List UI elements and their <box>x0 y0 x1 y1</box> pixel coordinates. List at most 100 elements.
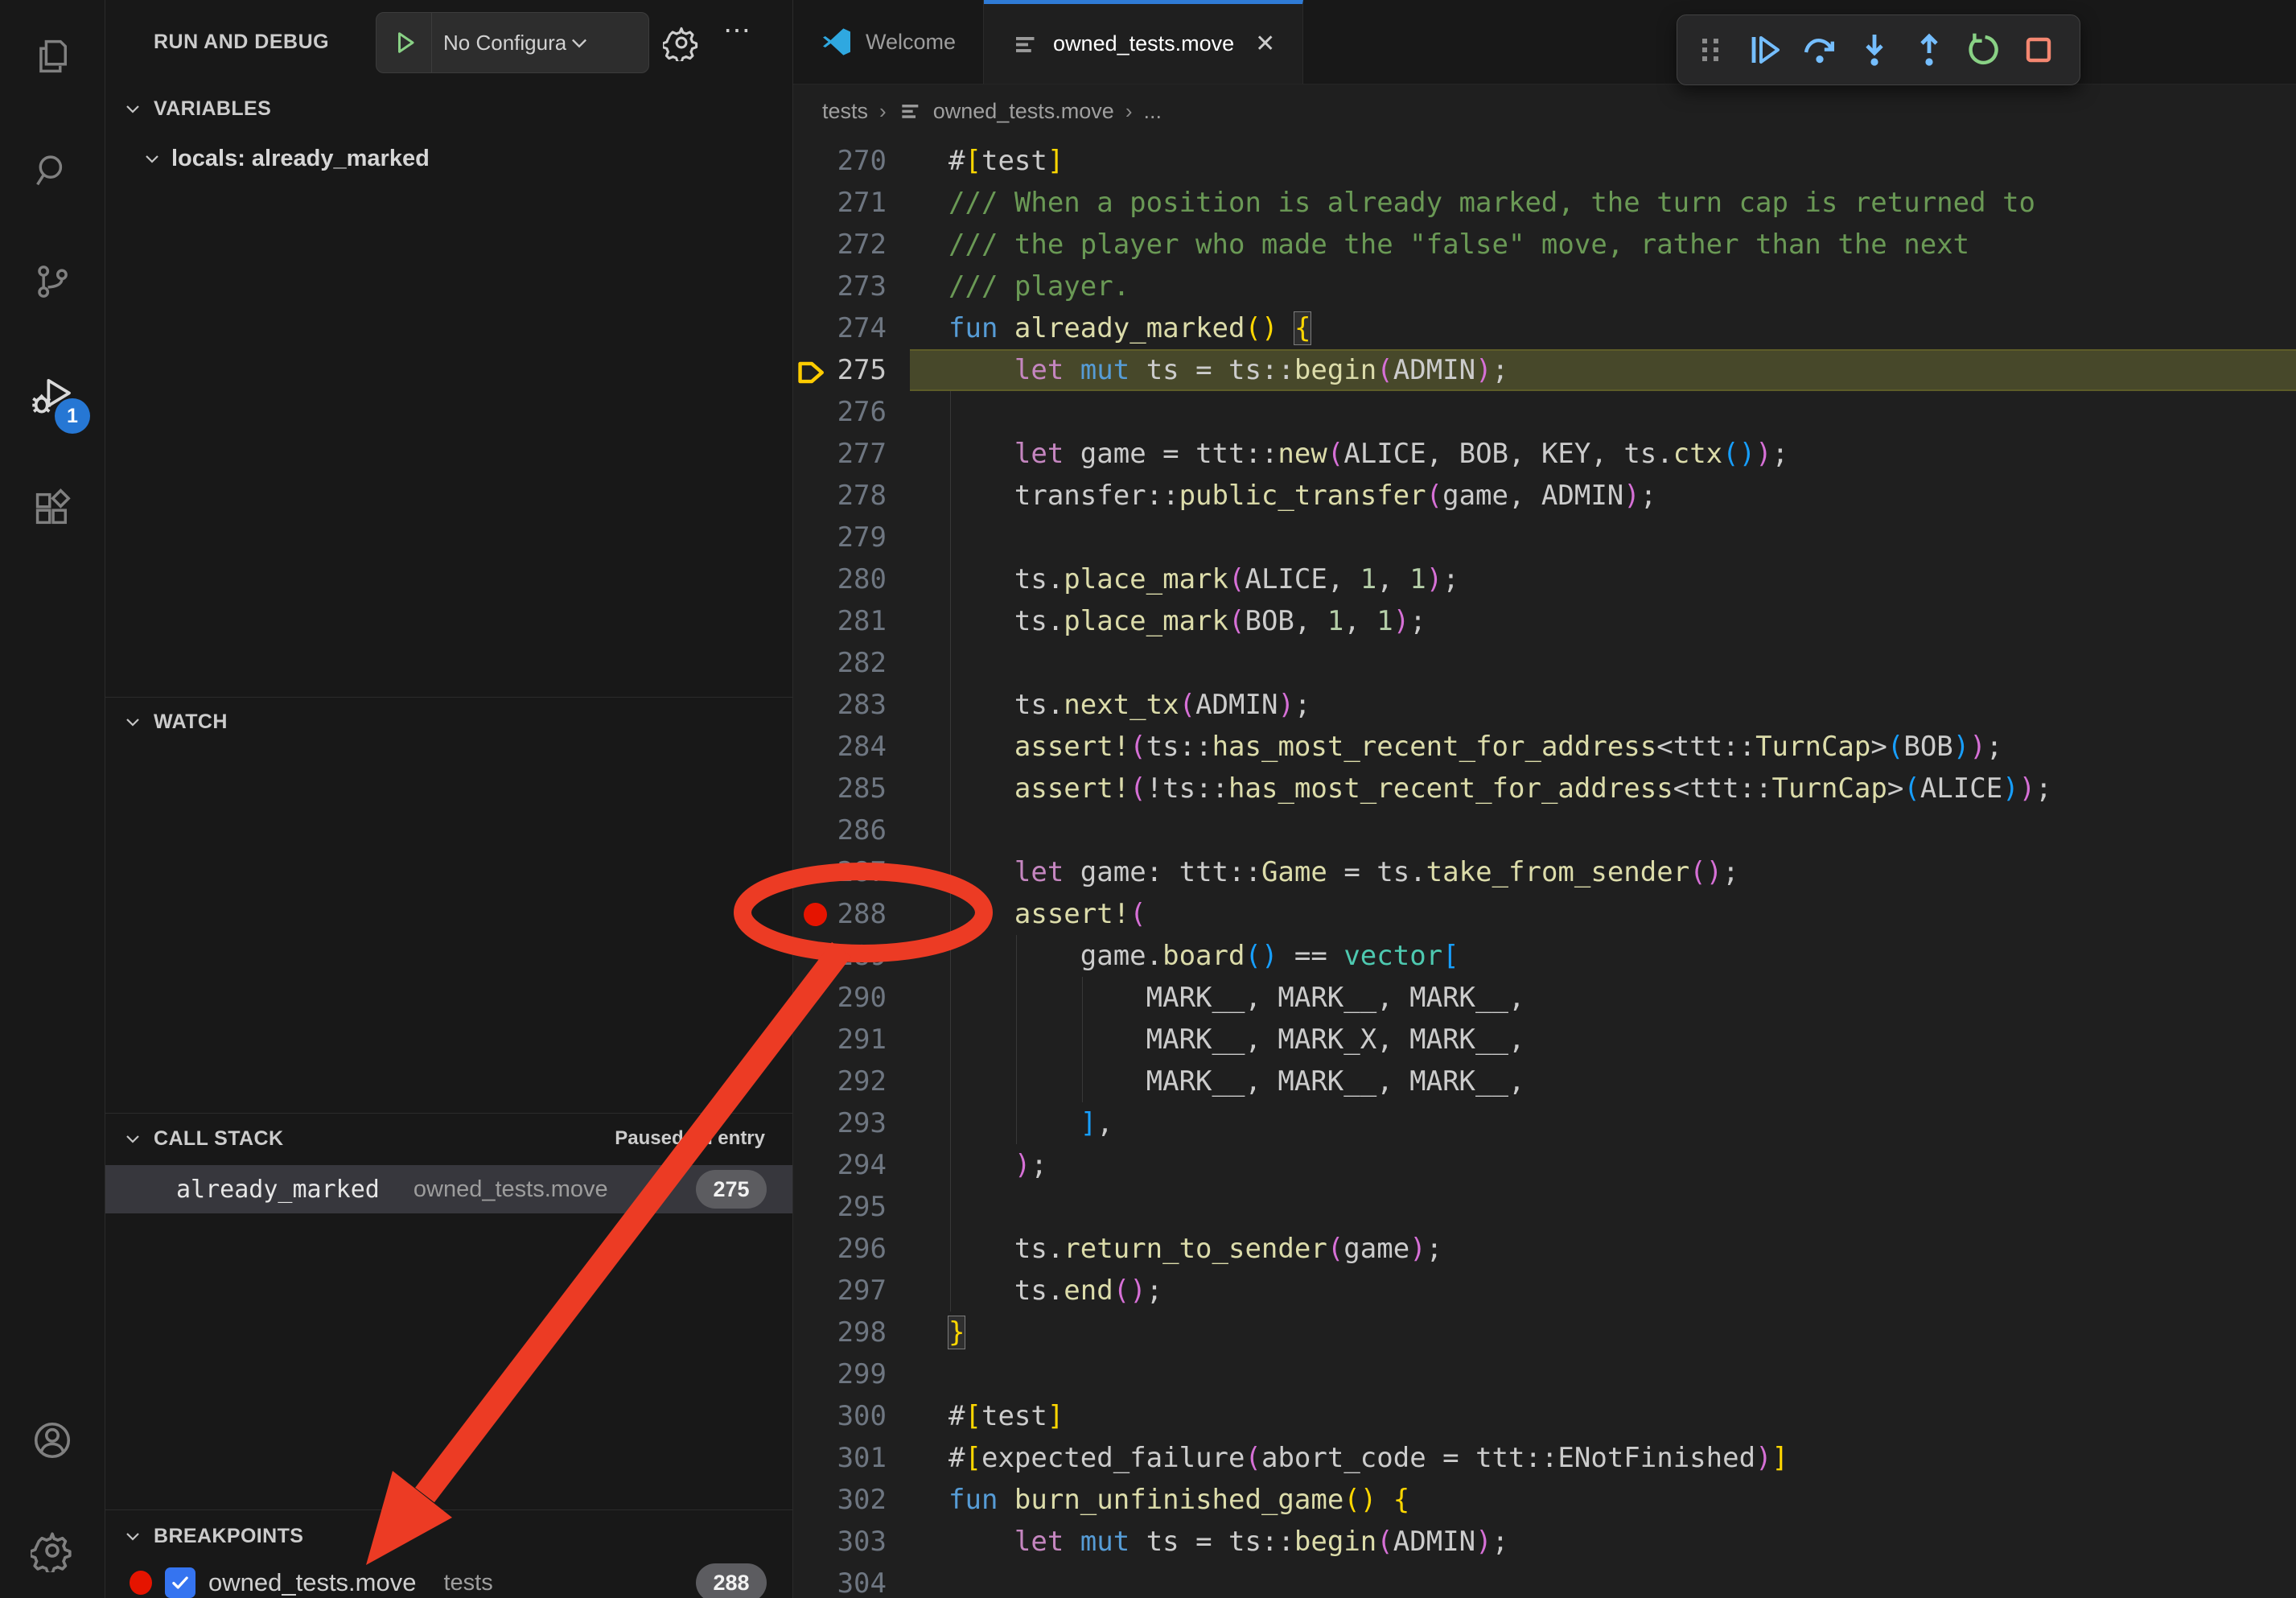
call-stack-frame-row[interactable]: already_marked owned_tests.move 275 <box>105 1165 792 1213</box>
variables-section-header[interactable]: VARIABLES <box>105 85 792 132</box>
section-divider <box>105 1509 792 1510</box>
line-number: 282 <box>793 642 887 684</box>
code-line-277[interactable]: 277 let game = ttt::new(ALICE, BOB, KEY,… <box>793 433 2296 475</box>
code-text: assert!(!ts::has_most_recent_for_address… <box>948 768 2052 809</box>
code-line-285[interactable]: 285 assert!(!ts::has_most_recent_for_add… <box>793 768 2296 809</box>
code-line-293[interactable]: 293 ], <box>793 1102 2296 1144</box>
more-actions-icon[interactable]: ⋯ <box>723 14 753 47</box>
stop-button[interactable] <box>2014 22 2064 78</box>
code-line-303[interactable]: 303 let mut ts = ts::begin(ADMIN); <box>793 1521 2296 1563</box>
line-number: 281 <box>793 600 887 642</box>
watch-label: WATCH <box>154 710 228 734</box>
code-line-279[interactable]: 279 <box>793 517 2296 558</box>
step-into-button[interactable] <box>1850 22 1899 78</box>
call-stack-section-header[interactable]: CALL STACK Paused on entry <box>105 1115 792 1162</box>
code-text: MARK__, MARK_X, MARK__, <box>948 1019 1524 1061</box>
tab-welcome[interactable]: Welcome <box>793 0 984 84</box>
frame-name: already_marked <box>176 1176 380 1204</box>
line-number: 273 <box>793 266 887 307</box>
breakpoint-checkbox[interactable] <box>165 1567 195 1598</box>
breadcrumb: tests › owned_tests.move › ... <box>793 84 2296 138</box>
run-and-debug-icon[interactable]: 1 <box>0 352 105 440</box>
chevron-down-icon <box>123 99 142 118</box>
code-line-298[interactable]: 298} <box>793 1312 2296 1353</box>
code-line-295[interactable]: 295 <box>793 1186 2296 1228</box>
close-icon[interactable]: ✕ <box>1255 30 1275 58</box>
breadcrumb-item[interactable]: tests <box>822 99 868 124</box>
tab-owned-tests[interactable]: owned_tests.move ✕ <box>984 0 1303 84</box>
line-number: 284 <box>793 726 887 768</box>
code-line-290[interactable]: 290 MARK__, MARK__, MARK__, <box>793 977 2296 1019</box>
code-line-286[interactable]: 286 <box>793 809 2296 851</box>
code-line-288[interactable]: 288 assert!( <box>793 893 2296 935</box>
search-icon[interactable] <box>0 126 105 215</box>
code-line-278[interactable]: 278 transfer::public_transfer(game, ADMI… <box>793 475 2296 517</box>
sidebar-header: RUN AND DEBUG No Configura ⋯ <box>105 0 792 84</box>
continue-button[interactable] <box>1740 22 1790 78</box>
vscode-logo-icon <box>821 26 853 58</box>
line-number: 271 <box>793 182 887 224</box>
sidebar-title: RUN AND DEBUG <box>154 31 329 54</box>
step-over-button[interactable] <box>1795 22 1845 78</box>
code-line-294[interactable]: 294 ); <box>793 1144 2296 1186</box>
line-number: 291 <box>793 1019 887 1061</box>
code-line-280[interactable]: 280 ts.place_mark(ALICE, 1, 1); <box>793 558 2296 600</box>
line-number: 283 <box>793 684 887 726</box>
tab-label: Welcome <box>866 30 956 55</box>
code-line-299[interactable]: 299 <box>793 1353 2296 1395</box>
code-line-287[interactable]: 287 let game: ttt::Game = ts.take_from_s… <box>793 851 2296 893</box>
account-icon[interactable] <box>0 1396 105 1485</box>
chevron-down-icon <box>123 1526 142 1546</box>
code-line-271[interactable]: 271/// When a position is already marked… <box>793 182 2296 224</box>
settings-gear-icon[interactable] <box>0 1506 105 1595</box>
extensions-icon[interactable] <box>0 464 105 553</box>
code-line-291[interactable]: 291 MARK__, MARK_X, MARK__, <box>793 1019 2296 1061</box>
code-text: MARK__, MARK__, MARK__, <box>948 1061 1524 1102</box>
chevron-down-icon <box>568 31 590 54</box>
breakpoint-row[interactable]: owned_tests.move tests 288 <box>105 1559 792 1598</box>
code-line-275[interactable]: 275 let mut ts = ts::begin(ADMIN); <box>793 349 2296 391</box>
launch-settings-gear-icon[interactable] <box>663 24 700 65</box>
code-line-304[interactable]: 304 <box>793 1563 2296 1598</box>
restart-button[interactable] <box>1959 22 2009 78</box>
toolbar-drag-handle[interactable] <box>1685 22 1735 78</box>
breadcrumb-item[interactable]: ... <box>1144 99 1162 124</box>
code-line-289[interactable]: 289 game.board() == vector[ <box>793 935 2296 977</box>
step-out-button[interactable] <box>1904 22 1954 78</box>
code-text: ts.next_tx(ADMIN); <box>948 684 1311 726</box>
call-stack-label: CALL STACK <box>154 1127 283 1151</box>
code-line-270[interactable]: 270#[test] <box>793 140 2296 182</box>
line-number: 300 <box>793 1395 887 1437</box>
chevron-down-icon <box>123 712 142 731</box>
line-number: 297 <box>793 1270 887 1312</box>
code-line-274[interactable]: 274fun already_marked() { <box>793 307 2296 349</box>
locals-scope-row[interactable]: locals: already_marked <box>105 135 792 182</box>
code-line-272[interactable]: 272/// the player who made the "false" m… <box>793 224 2296 266</box>
code-line-284[interactable]: 284 assert!(ts::has_most_recent_for_addr… <box>793 726 2296 768</box>
code-line-300[interactable]: 300#[test] <box>793 1395 2296 1437</box>
line-number: 295 <box>793 1186 887 1228</box>
breakpoints-section-header[interactable]: BREAKPOINTS <box>105 1513 792 1559</box>
breadcrumb-item[interactable]: owned_tests.move <box>933 99 1114 124</box>
code-line-297[interactable]: 297 ts.end(); <box>793 1270 2296 1312</box>
code-line-283[interactable]: 283 ts.next_tx(ADMIN); <box>793 684 2296 726</box>
code-text: ); <box>948 1144 1047 1186</box>
code-line-273[interactable]: 273/// player. <box>793 266 2296 307</box>
code-line-296[interactable]: 296 ts.return_to_sender(game); <box>793 1228 2296 1270</box>
code-viewport[interactable]: 270#[test]271/// When a position is alre… <box>793 140 2296 1598</box>
source-control-icon[interactable] <box>0 237 105 326</box>
code-line-276[interactable]: 276 <box>793 391 2296 433</box>
chevron-right-icon: › <box>879 99 887 124</box>
chevron-down-icon <box>123 1129 142 1148</box>
line-number: 304 <box>793 1563 887 1598</box>
code-line-301[interactable]: 301#[expected_failure(abort_code = ttt::… <box>793 1437 2296 1479</box>
explorer-icon[interactable] <box>0 12 105 101</box>
code-line-292[interactable]: 292 MARK__, MARK__, MARK__, <box>793 1061 2296 1102</box>
code-line-302[interactable]: 302fun burn_unfinished_game() { <box>793 1479 2296 1521</box>
code-line-282[interactable]: 282 <box>793 642 2296 684</box>
code-line-281[interactable]: 281 ts.place_mark(BOB, 1, 1); <box>793 600 2296 642</box>
debug-sidebar: RUN AND DEBUG No Configura ⋯ VARIABLES l… <box>105 0 793 1598</box>
debug-config-dropdown[interactable]: No Configura <box>376 12 649 73</box>
breakpoints-label: BREAKPOINTS <box>154 1525 303 1548</box>
watch-section-header[interactable]: WATCH <box>105 698 792 745</box>
